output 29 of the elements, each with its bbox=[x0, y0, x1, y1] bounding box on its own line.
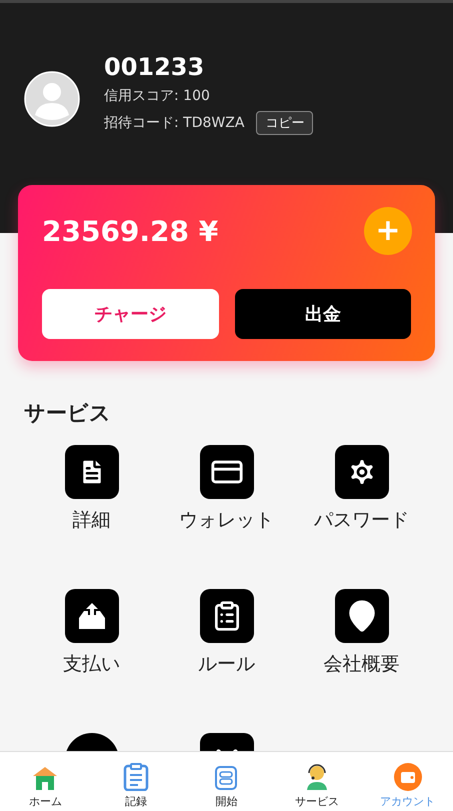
nav-tab[interactable]: サービス bbox=[295, 794, 340, 809]
section-title: サービス bbox=[24, 400, 112, 427]
service-icon-tile[interactable] bbox=[334, 589, 388, 643]
document-icon bbox=[122, 763, 149, 791]
service-icon-tile[interactable] bbox=[200, 589, 254, 643]
service-icon-tile[interactable] bbox=[200, 445, 254, 499]
wallet-icon bbox=[394, 763, 422, 791]
service-icon-tile[interactable] bbox=[64, 589, 118, 643]
service-icon-tile[interactable] bbox=[64, 445, 118, 499]
service-label: ルール bbox=[198, 652, 255, 677]
avatar-icon bbox=[24, 71, 80, 127]
credit-score: 信用スコア: 100 bbox=[104, 87, 211, 105]
toggle-icon bbox=[214, 765, 238, 791]
service-label: 詳細 bbox=[72, 508, 110, 533]
service-icon-tile[interactable] bbox=[334, 445, 388, 499]
service-label: 会社概要 bbox=[324, 652, 400, 677]
nav-tab[interactable]: 記録 bbox=[124, 794, 147, 809]
nav-tab[interactable]: ホーム bbox=[28, 794, 62, 809]
balance-amount: 23569.28 ¥ bbox=[42, 214, 218, 248]
charge-button[interactable]: チャージ bbox=[42, 289, 218, 339]
service-label: ウォレット bbox=[179, 508, 274, 533]
service-label: パスワード bbox=[314, 508, 409, 533]
copy-button[interactable]: コピー bbox=[256, 111, 314, 135]
home-icon bbox=[32, 765, 58, 791]
withdraw-button[interactable]: 出金 bbox=[234, 289, 411, 339]
nav-tab[interactable]: 開始 bbox=[215, 794, 238, 809]
invite-code: 招待コード: TD8WZA bbox=[104, 114, 244, 132]
service-label: 支払い bbox=[63, 652, 120, 677]
user-id: 001233 bbox=[104, 53, 206, 81]
